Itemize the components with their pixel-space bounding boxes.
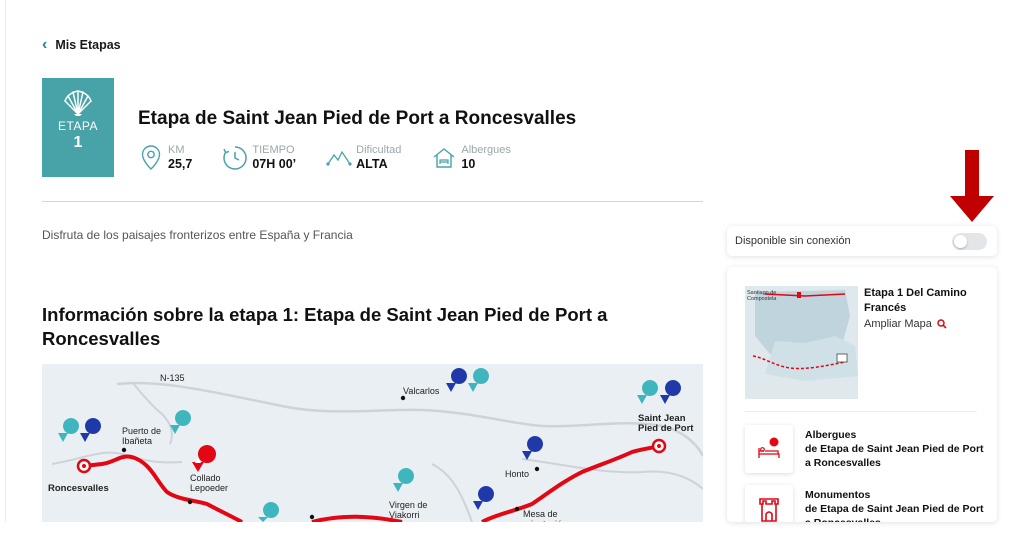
offline-toggle[interactable]: [952, 232, 987, 250]
stat-km: KM 25,7: [138, 144, 192, 172]
stat-difficulty-label: Dificultad: [356, 144, 402, 156]
map-label-n135: N-135: [160, 373, 185, 383]
stage-description: Disfruta de los paisajes fronterizos ent…: [42, 228, 353, 242]
clock-icon: [222, 144, 248, 172]
map-label-saint-jean: Saint Jean Pied de Port: [638, 413, 694, 434]
map-label-honto: Honto: [505, 469, 530, 479]
stage-title: Etapa de Saint Jean Pied de Port a Ronce…: [138, 108, 577, 129]
toggle-knob: [954, 234, 967, 248]
info-section-title: Información sobre la etapa 1: Etapa de S…: [42, 304, 608, 349]
map-label-mesa-orientacion: Mesa de orientación: [523, 509, 567, 522]
mini-map-thumbnail[interactable]: Santiago de Compostela: [745, 286, 858, 399]
stat-difficulty-value: ALTA: [356, 157, 388, 171]
bed-icon: [745, 425, 793, 473]
stat-km-value: 25,7: [168, 157, 193, 171]
page-left-border: [5, 0, 6, 522]
map-label-puerto-ibaneta: Puerto de Ibañeta: [122, 426, 162, 446]
hostel-house-icon: [431, 144, 457, 172]
stat-time: TIEMPO 07H 00’: [222, 144, 296, 172]
stat-difficulty: Dificultad ALTA: [326, 144, 401, 172]
hostels-link[interactable]: Albergues de Etapa de Saint Jean Pied de…: [745, 425, 985, 473]
red-arrow-down-icon: [950, 150, 994, 222]
stage-sidebar-card: Santiago de Compostela Etapa 1 Del Camin…: [727, 267, 997, 522]
offline-availability-card: Disponible sin conexión: [727, 226, 997, 256]
monuments-link[interactable]: Monumentos de Etapa de Saint Jean Pied d…: [745, 485, 985, 522]
map-card-caption: Etapa 1 Del Camino Francés Ampliar Mapa: [864, 286, 989, 330]
monuments-title: Monumentos: [805, 489, 871, 501]
map-card-title: Etapa 1 Del Camino Francés: [864, 287, 967, 314]
stat-time-value: 07H 00’: [252, 157, 297, 171]
offline-label: Disponible sin conexión: [735, 235, 851, 247]
stat-km-label: KM: [168, 144, 185, 156]
stage-stats: KM 25,7 TIEMPO 07H 00’ Dificultad ALTA A…: [138, 144, 541, 172]
scallop-shell-icon: [64, 90, 92, 116]
map-label-collado-lepoeder: Collado Lepoeder: [190, 473, 229, 493]
hostels-title: Albergues: [805, 429, 857, 441]
section-divider: [42, 201, 703, 202]
monuments-subtitle: de Etapa de Saint Jean Pied de Port a Ro…: [805, 503, 984, 522]
enlarge-map-link[interactable]: Ampliar Mapa: [864, 318, 989, 330]
stat-hostels-value: 10: [461, 157, 476, 171]
stat-time-label: TIEMPO: [252, 144, 295, 156]
mini-map-label: Santiago de Compostela: [747, 290, 777, 302]
magnifier-icon: [937, 319, 947, 329]
chevron-left-icon: ‹: [42, 36, 48, 53]
hostels-subtitle: de Etapa de Saint Jean Pied de Port a Ro…: [805, 443, 984, 469]
stage-badge-number: 1: [73, 134, 83, 151]
enlarge-map-label: Ampliar Mapa: [864, 318, 932, 330]
stat-hostels: Albergues 10: [431, 144, 511, 172]
mini-map-canvas: [745, 286, 858, 399]
location-pin-icon: [138, 144, 164, 172]
map-label-virgen-viakorri: Virgen de Viakorri: [389, 500, 428, 520]
map-label-roncesvalles: Roncesvalles: [48, 483, 109, 494]
card-divider: [745, 411, 977, 412]
stat-hostels-label: Albergues: [461, 144, 511, 156]
castle-tower-icon: [745, 485, 793, 522]
mountain-profile-icon: [326, 144, 352, 172]
stage-route-map[interactable]: N-135 Valcarlos Saint Jean Pied de Port …: [42, 364, 703, 522]
stage-badge: ETAPA 1: [42, 78, 114, 177]
back-link-label: Mis Etapas: [55, 38, 121, 52]
map-label-valcarlos: Valcarlos: [403, 386, 440, 396]
stage-badge-label: ETAPA: [57, 119, 99, 133]
back-to-my-stages-link[interactable]: ‹ Mis Etapas: [42, 37, 121, 53]
